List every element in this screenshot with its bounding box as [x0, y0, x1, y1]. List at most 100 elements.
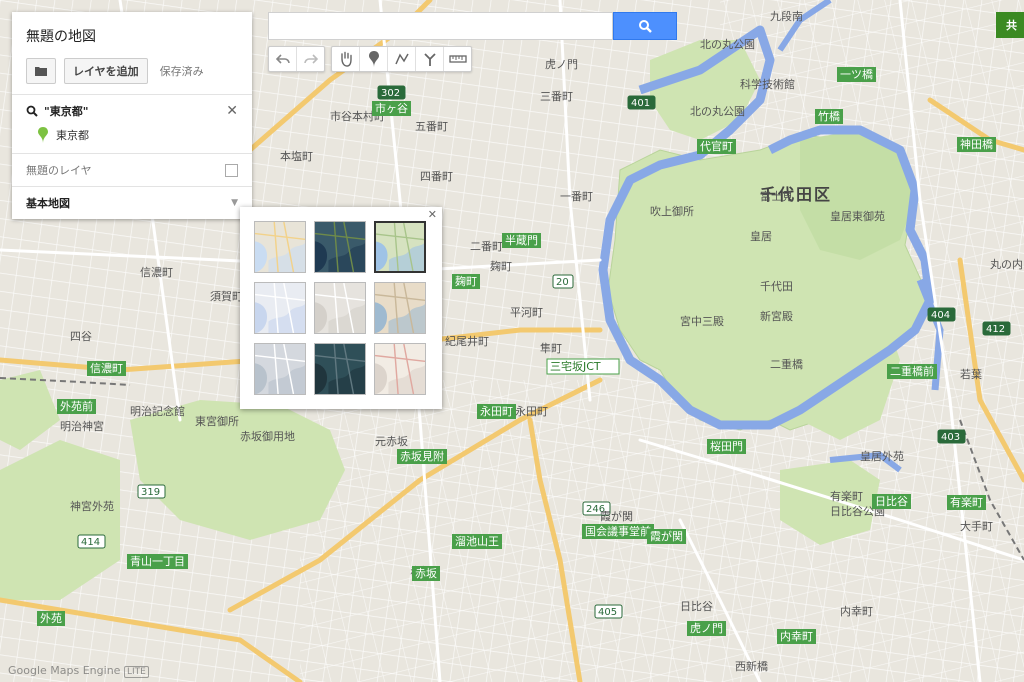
station-label[interactable]: 桜田門: [710, 439, 743, 453]
map-title[interactable]: 無題の地図: [26, 26, 238, 46]
basemap-option-map[interactable]: [254, 221, 306, 273]
basemap-thumbnail-dark-landmass: [315, 344, 365, 394]
search-button[interactable]: [613, 12, 677, 40]
measure-button[interactable]: [444, 47, 471, 71]
basemap-option-light-landmass[interactable]: [254, 343, 306, 395]
line-icon: [394, 53, 409, 65]
basemap-option-simple-atlas[interactable]: [374, 282, 426, 334]
route-number: 404: [931, 310, 950, 321]
open-folder-button[interactable]: [26, 58, 56, 84]
map-place-label: 北の丸公園: [690, 105, 745, 118]
station-label[interactable]: 麹町: [455, 274, 477, 288]
add-marker-button[interactable]: [360, 47, 388, 71]
map-place-label: 信濃町: [140, 265, 173, 279]
station-label[interactable]: 霞が関: [650, 529, 683, 543]
search-result-label: 東京都: [56, 129, 89, 142]
map-place-label: 科学技術館: [740, 77, 795, 91]
station-label[interactable]: 虎ノ門: [690, 622, 723, 635]
hand-icon: [340, 51, 352, 67]
basemap-thumbnail-light-landmass: [255, 344, 305, 394]
map-place-label: 四谷: [70, 330, 92, 343]
route-number: 319: [141, 487, 160, 498]
map-place-label: 四番町: [420, 170, 453, 183]
route-number: 414: [81, 537, 100, 548]
map-place-label: 東宮御所: [195, 414, 239, 428]
untitled-layer-label: 無題のレイヤ: [26, 164, 92, 177]
station-label[interactable]: 日比谷: [875, 495, 908, 508]
map-pin-icon: [38, 127, 48, 143]
station-label[interactable]: 外苑前: [60, 399, 93, 413]
pan-tool-button[interactable]: [332, 47, 360, 71]
add-layer-button[interactable]: レイヤを追加: [64, 58, 148, 84]
station-label[interactable]: 赤坂見附: [400, 449, 444, 463]
station-label[interactable]: 一ツ橋: [840, 67, 873, 81]
basemap-option-dark-landmass[interactable]: [314, 343, 366, 395]
directions-button[interactable]: [416, 47, 444, 71]
station-label[interactable]: 内幸町: [780, 629, 813, 643]
basemap-picker: ✕: [240, 207, 442, 409]
base-map-label: 基本地図: [26, 197, 70, 210]
search-results-layer: "東京都" ✕ 東京都: [12, 94, 252, 153]
station-label[interactable]: 竹橋: [818, 109, 840, 123]
search-input[interactable]: [268, 12, 613, 40]
map-place-label: 一番町: [560, 190, 593, 203]
map-place-label: 富士見: [760, 189, 793, 203]
untitled-layer[interactable]: 無題のレイヤ: [12, 153, 252, 186]
map-place-label: 麹町: [490, 259, 512, 273]
station-label[interactable]: 二重橋前: [890, 364, 934, 378]
undo-icon: [275, 54, 290, 64]
station-label[interactable]: 外苑: [40, 612, 62, 625]
search-layer-title[interactable]: "東京都": [44, 103, 88, 119]
station-label[interactable]: 代官町: [700, 139, 733, 153]
station-label[interactable]: 信濃町: [90, 361, 123, 375]
map-place-label: 内幸町: [840, 604, 873, 618]
map-place-label: 西新橋: [735, 659, 768, 673]
basemap-thumbnail-mono-city: [315, 283, 365, 333]
chevron-down-icon[interactable]: ▼: [231, 198, 238, 208]
map-place-label: 須賀町: [210, 290, 243, 303]
map-toolbar: [268, 46, 472, 72]
map-place-label: 新宮殿: [760, 309, 793, 323]
basemap-option-mono-city[interactable]: [314, 282, 366, 334]
station-label[interactable]: 有楽町: [950, 495, 983, 509]
basemap-thumbnail-map: [255, 222, 305, 272]
basemap-option-satellite[interactable]: [314, 221, 366, 273]
station-label[interactable]: 赤坂: [415, 567, 437, 580]
close-icon[interactable]: ✕: [226, 103, 238, 119]
folder-icon: [35, 67, 47, 76]
base-map-selector[interactable]: 基本地図 ▼: [12, 186, 252, 219]
map-place-label: 丸の内: [990, 257, 1023, 271]
station-label[interactable]: 神田橋: [960, 137, 993, 151]
basemap-option-whitewater[interactable]: [374, 343, 426, 395]
draw-line-button[interactable]: [388, 47, 416, 71]
station-label[interactable]: 半蔵門: [505, 233, 538, 247]
station-label[interactable]: 三宅坂JCT: [550, 359, 601, 373]
map-place-label: 紀尾井町: [445, 334, 489, 348]
map-place-label: 平河町: [510, 306, 543, 319]
map-place-label: 北の丸公園: [700, 38, 755, 51]
basemap-option-terrain[interactable]: [374, 221, 426, 273]
station-label[interactable]: 永田町: [480, 404, 513, 418]
route-number: 405: [598, 607, 617, 618]
map-place-label: 神宮外苑: [70, 499, 114, 513]
directions-icon: [423, 53, 436, 66]
close-icon[interactable]: ✕: [428, 208, 437, 221]
map-place-label: 千代田: [760, 280, 793, 293]
map-place-label: 皇居: [750, 229, 772, 243]
map-place-label: 二番町: [470, 240, 503, 253]
search-result-item[interactable]: 東京都: [38, 127, 238, 143]
map-place-label: 若葉: [960, 367, 982, 381]
station-label[interactable]: 国会議事堂前: [585, 524, 651, 538]
redo-button[interactable]: [297, 47, 324, 71]
station-label[interactable]: 市ヶ谷: [375, 101, 408, 115]
layer-visibility-checkbox[interactable]: [225, 163, 238, 177]
map-place-label: 三番町: [540, 90, 573, 103]
map-place-label: 大手町: [960, 519, 993, 533]
basemap-option-light-political[interactable]: [254, 282, 306, 334]
station-label[interactable]: 溜池山王: [455, 534, 499, 548]
station-label[interactable]: 青山一丁目: [130, 555, 185, 568]
search-icon: [639, 20, 652, 33]
share-button[interactable]: 共: [996, 12, 1024, 38]
save-status: 保存済み: [159, 65, 204, 78]
undo-button[interactable]: [269, 47, 297, 71]
